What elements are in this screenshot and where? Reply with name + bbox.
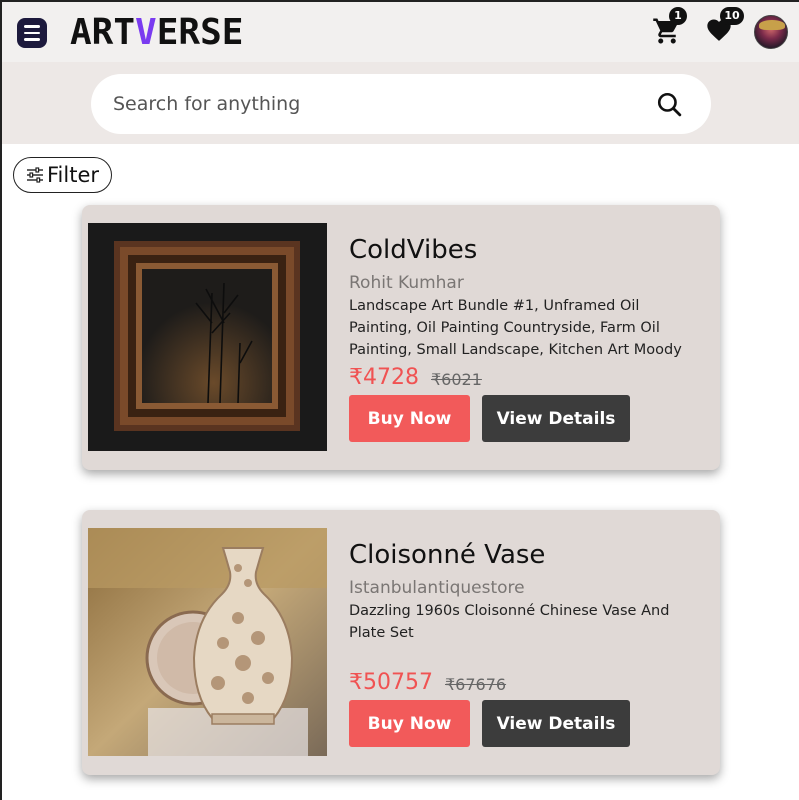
product-artist[interactable]: Rohit Kumhar — [349, 273, 464, 293]
user-avatar[interactable] — [754, 15, 788, 49]
vase-image — [88, 528, 327, 756]
filter-label: Filter — [46, 163, 99, 187]
product-card: Cloisonné Vase Istanbulantiquestore Dazz… — [82, 510, 720, 775]
cart-count-badge: 1 — [669, 7, 687, 25]
search-box — [91, 74, 711, 134]
product-artist[interactable]: Istanbulantiquestore — [349, 578, 525, 598]
framed-painting-image — [88, 223, 327, 451]
menu-icon-bar — [24, 38, 40, 41]
buy-now-button[interactable]: Buy Now — [349, 395, 470, 442]
product-price: ₹4728 — [349, 365, 419, 390]
view-details-button[interactable]: View Details — [482, 395, 630, 442]
filter-button[interactable]: Filter — [13, 157, 112, 193]
product-price: ₹50757 — [349, 670, 433, 695]
sliders-icon — [26, 167, 43, 183]
product-image[interactable] — [88, 528, 327, 756]
buy-now-button[interactable]: Buy Now — [349, 700, 470, 747]
logo-text: ART — [70, 12, 136, 53]
product-original-price: ₹67676 — [445, 675, 507, 694]
wishlist-count-badge: 10 — [720, 7, 744, 25]
top-nav: ARTVERSE 1 10 — [2, 2, 799, 62]
search-bar-section — [2, 62, 799, 144]
search-input[interactable] — [113, 74, 633, 134]
product-title[interactable]: Cloisonné Vase — [349, 540, 545, 570]
product-card: ColdVibes Rohit Kumhar Landscape Art Bun… — [82, 205, 720, 470]
menu-button[interactable] — [17, 18, 47, 48]
view-details-button[interactable]: View Details — [482, 700, 630, 747]
menu-icon-bar — [24, 31, 40, 35]
product-description: Dazzling 1960s Cloisonné Chinese Vase An… — [349, 603, 670, 641]
avatar-image — [759, 20, 785, 30]
logo-text: ERSE — [156, 12, 244, 53]
wishlist-button[interactable]: 10 — [704, 7, 744, 46]
menu-icon-bar — [24, 25, 40, 28]
logo-text-accent: V — [135, 12, 157, 53]
product-title[interactable]: ColdVibes — [349, 235, 477, 265]
product-original-price: ₹6021 — [431, 370, 482, 389]
product-description: Landscape Art Bundle #1, Unframed Oil Pa… — [349, 298, 682, 358]
cart-button[interactable]: 1 — [652, 7, 687, 46]
app-logo[interactable]: ARTVERSE — [70, 12, 243, 53]
search-icon[interactable] — [656, 91, 682, 117]
product-image[interactable] — [88, 223, 327, 451]
